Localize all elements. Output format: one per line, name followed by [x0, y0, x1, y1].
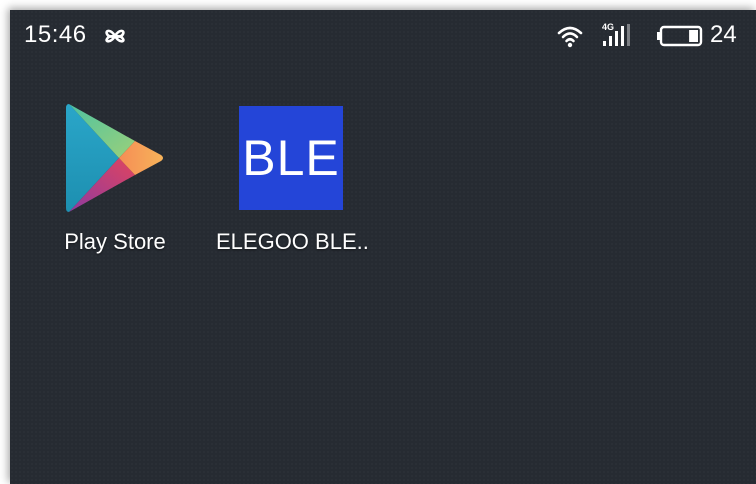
app-play-store[interactable]: Play Store — [40, 102, 190, 256]
app-label-play-store: Play Store — [64, 229, 166, 254]
wifi-icon — [557, 26, 583, 48]
play-store-icon[interactable] — [63, 102, 167, 214]
battery-icon — [657, 25, 703, 47]
phone-screen: 15:46 4G 24 Play Store BLE ELEGOO BLE.. — [10, 10, 756, 484]
app-label-elegoo-ble: ELEGOO BLE.. — [216, 229, 369, 254]
status-bar: 15:46 4G 24 — [10, 10, 756, 60]
network-type-label: 4G — [602, 22, 614, 32]
cell-signal-icon: 4G — [602, 22, 630, 46]
app-elegoo-ble[interactable]: BLE ELEGOO BLE.. — [216, 102, 369, 256]
cloverleaf-icon — [105, 29, 125, 43]
ble-icon-text: BLE — [242, 130, 340, 186]
battery-percentage: 24 — [710, 21, 737, 48]
status-time: 15:46 — [24, 21, 87, 48]
ble-app-icon[interactable]: BLE — [239, 106, 343, 210]
